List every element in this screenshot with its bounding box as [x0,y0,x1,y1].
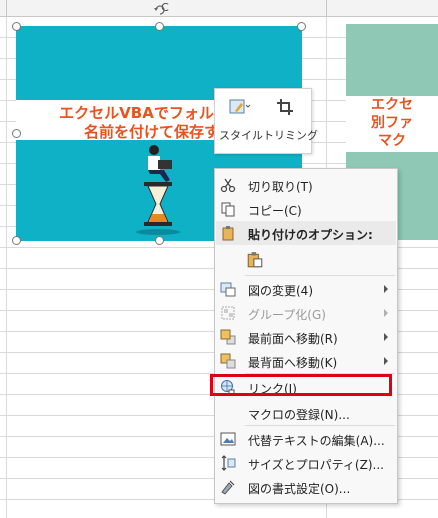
submenu-arrow-icon [384,285,388,293]
menu-item-label: コピー(C) [248,204,302,218]
menu-item-label: 図の書式設定(O)... [248,482,351,496]
resize-handle[interactable] [12,236,21,245]
context-menu: 切り取り(T) コピー(C) 貼り付けのオプション: 図の変更(4) グループ化… [214,168,398,504]
style-button[interactable]: スタイル [217,93,263,149]
link-highlight-box [210,374,392,396]
column-header-bar: C [0,0,438,17]
trim-button[interactable]: トリミング [263,93,318,149]
menu-item-group[interactable]: グループ化(G) [216,301,396,325]
menu-separator [245,425,395,426]
size-properties-icon [221,455,236,471]
submenu-arrow-icon [384,333,388,341]
picture2-title-line3: マク [378,133,406,149]
grid-column-line [6,17,7,518]
rotate-handle-icon[interactable] [153,3,167,17]
alt-text-icon [220,432,236,446]
change-picture-icon [220,282,236,297]
menu-item-label: 代替テキストの編集(A)... [248,434,385,448]
menu-header-paste-options: 貼り付けのオプション: [216,221,396,245]
resize-handle[interactable] [297,22,306,31]
copy-icon [221,202,235,217]
menu-item-label: 最前面へ移動(R) [248,332,338,346]
resize-handle[interactable] [155,22,164,31]
clipboard-icon [222,226,234,241]
resize-handle[interactable] [12,22,21,31]
menu-item-label: 図の変更(4) [248,284,313,298]
menu-item-change-picture[interactable]: 図の変更(4) [216,277,396,301]
menu-item-assign-macro[interactable]: マクロの登録(N)... [216,401,396,425]
group-icon [221,306,235,320]
picture2-title-line1: エクセ [371,97,413,113]
trim-label: トリミング [263,129,318,142]
scissors-icon [220,178,236,193]
paste-option-button[interactable] [216,245,396,273]
menu-item-size-properties[interactable]: サイズとプロパティ(Z)... [216,451,396,475]
menu-item-label: 切り取り(T) [248,180,313,194]
picture-style-icon [229,99,251,114]
mini-toolbar: スタイル トリミング [214,88,318,154]
crop-icon [277,99,293,115]
paste-picture-icon [247,252,263,268]
menu-item-label: 最背面へ移動(K) [248,356,338,370]
menu-item-format-picture[interactable]: 図の書式設定(O)... [216,475,396,499]
menu-item-cut[interactable]: 切り取り(T) [216,173,396,197]
submenu-arrow-icon [384,357,388,365]
bring-to-front-icon [220,329,236,345]
resize-handle[interactable] [12,129,21,138]
send-to-back-icon [220,353,236,369]
menu-item-label: 貼り付けのオプション: [248,228,373,242]
menu-item-send-to-back[interactable]: 最背面へ移動(K) [216,349,396,373]
menu-item-label: サイズとプロパティ(Z)... [248,458,384,472]
menu-separator [245,275,395,276]
menu-item-label: マクロの登録(N)... [248,408,350,422]
person-hourglass-illustration [136,145,180,235]
picture2-title-line2: 別ファ [371,115,413,131]
resize-handle[interactable] [155,236,164,245]
submenu-arrow-icon [384,309,388,317]
format-picture-icon [221,480,235,495]
column-separator [326,0,327,16]
menu-item-edit-alt-text[interactable]: 代替テキストの編集(A)... [216,427,396,451]
menu-item-copy[interactable]: コピー(C) [216,197,396,221]
menu-item-label: グループ化(G) [248,308,326,322]
menu-item-bring-to-front[interactable]: 最前面へ移動(R) [216,325,396,349]
style-label: スタイル [219,129,263,142]
